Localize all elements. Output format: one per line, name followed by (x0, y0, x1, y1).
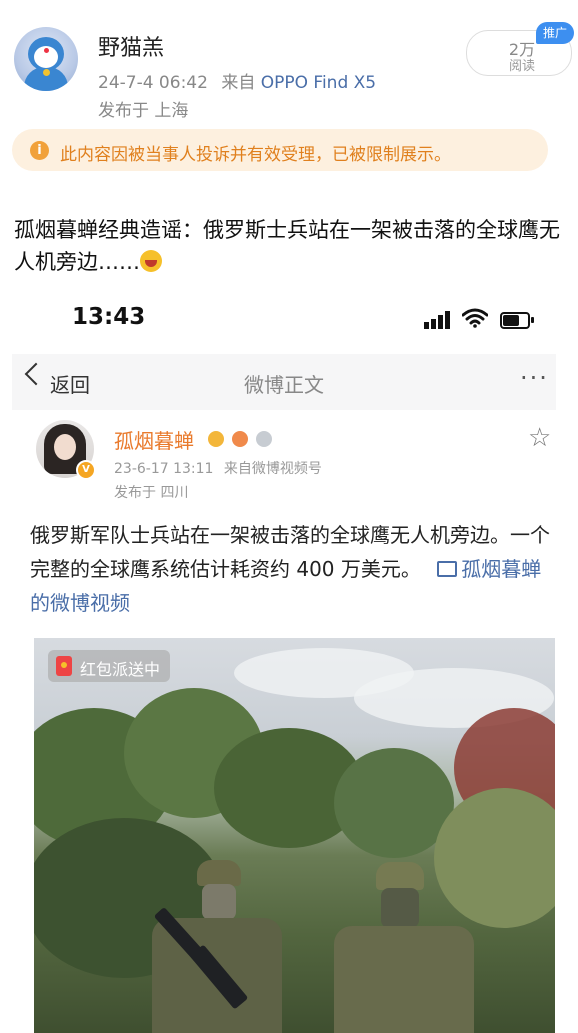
wifi-icon (462, 308, 488, 328)
author-name[interactable]: 孤烟暮蝉 (114, 425, 194, 454)
star-icon[interactable]: ☆ (528, 423, 551, 453)
battery-tip (531, 317, 534, 323)
info-icon: i (30, 141, 49, 160)
embedded-location: 发布于 四川 (114, 485, 189, 501)
embedded-source: 来自微博视频号 (223, 461, 322, 477)
status-time: 13:43 (72, 304, 146, 330)
embedded-timestamp: 23-6-17 13:11 (114, 461, 214, 477)
video-icon (437, 561, 458, 577)
red-packet-text: 红包派送中 (80, 660, 161, 679)
back-button[interactable]: 返回 (50, 369, 90, 398)
signal-icon (424, 311, 450, 329)
embedded-meta: 23-6-17 13:11 来自微博视频号 (114, 458, 322, 478)
post-body: 孤烟暮蝉经典造谣：俄罗斯士兵站在一架被击落的全球鹰无人机旁边…… (14, 214, 570, 278)
post-text: 孤烟暮蝉经典造谣：俄罗斯士兵站在一架被击落的全球鹰无人机旁边…… (14, 218, 560, 274)
laughing-emoji-icon (140, 250, 162, 272)
level-badge-icon (256, 430, 273, 447)
promo-tag: 推广 (536, 22, 574, 44)
red-packet-icon-dot (61, 662, 67, 668)
username[interactable]: 野猫羔 (98, 30, 164, 62)
user-avatar[interactable] (14, 27, 78, 91)
post-meta: 24-7-4 06:42 来自 OPPO Find X5 (98, 68, 376, 93)
video-thumbnail[interactable] (34, 638, 555, 1033)
author-badges (208, 428, 275, 447)
more-icon[interactable]: ··· (520, 364, 549, 392)
post-location: 发布于 上海 (98, 101, 189, 121)
crown-badge-icon (208, 430, 224, 447)
device-link[interactable]: OPPO Find X5 (261, 73, 376, 93)
source-prefix: 来自 (221, 73, 256, 93)
battery-level (503, 315, 519, 326)
medal-badge-icon (232, 430, 249, 447)
views-label: 阅读 (508, 59, 535, 74)
post-timestamp: 24-7-4 06:42 (98, 73, 208, 93)
nav-title: 微博正文 (244, 373, 324, 397)
notice-text: 此内容因被当事人投诉并有效受理，已被限制展示。 (60, 145, 451, 165)
verified-badge-icon: V (76, 460, 96, 480)
embedded-body: 俄罗斯军队士兵站在一架被击落的全球鹰无人机旁边。一个完整的全球鹰系统估计耗资约 … (30, 518, 550, 620)
